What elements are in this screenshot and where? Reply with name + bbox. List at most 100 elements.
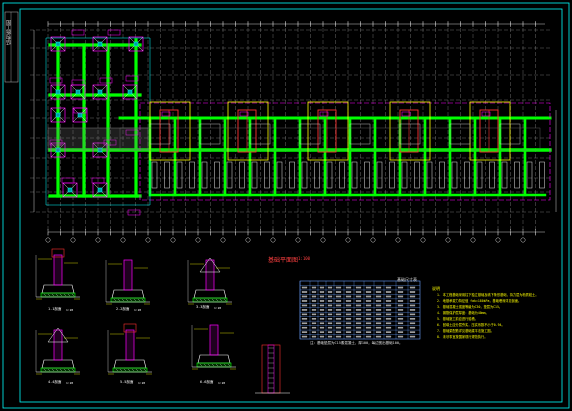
table-cell-mark <box>319 317 325 320</box>
table-cell-mark <box>375 331 382 333</box>
table-cell-mark <box>327 335 333 338</box>
table-title: 基础尺寸表 <box>397 277 417 282</box>
table-cell-mark <box>345 300 352 302</box>
table-cell-mark <box>409 295 416 298</box>
pad-tag <box>127 209 141 216</box>
table-cell-mark <box>335 291 342 293</box>
table-cell-mark <box>319 331 325 333</box>
table-cell-mark <box>355 322 362 325</box>
table-cell-mark <box>409 304 416 307</box>
table-cell-mark <box>301 304 308 307</box>
table-cell-mark <box>397 322 404 325</box>
axis-bubble <box>145 237 151 243</box>
table-cell-mark <box>409 331 416 333</box>
table-cell-mark <box>375 291 382 293</box>
table-cell-mark <box>319 295 325 298</box>
axis-bubble <box>120 237 126 243</box>
table-cell-mark <box>385 291 392 293</box>
column <box>97 41 103 47</box>
table-cell-mark <box>345 326 352 329</box>
plan-title: 基础平面图 <box>268 257 299 264</box>
column <box>127 89 133 95</box>
grade-beam-box <box>489 161 495 189</box>
table-cell-mark <box>335 295 342 298</box>
table-cell-mark <box>365 286 372 289</box>
table-cell-mark <box>301 326 308 329</box>
plan-scale: 1:100 <box>298 256 311 261</box>
table-cell-mark <box>355 309 362 311</box>
sheet-inner-frame <box>19 8 563 403</box>
table-cell-mark <box>397 313 404 316</box>
column <box>75 89 81 95</box>
table-cell-mark <box>327 291 333 293</box>
table-cell-mark <box>311 295 317 298</box>
grade-beam-box <box>439 161 445 189</box>
grade-beam-box <box>301 161 308 189</box>
table-cell-mark <box>327 331 333 333</box>
foundation-size-table <box>299 280 421 340</box>
table-cell-mark <box>345 317 352 320</box>
table-cell-mark <box>365 335 372 338</box>
detail-scale: 1:20 <box>66 381 74 385</box>
table-cell-mark <box>409 300 416 302</box>
detail-label: 6-6剖面 <box>200 380 214 384</box>
table-cell-mark <box>385 304 392 307</box>
table-cell-mark <box>345 286 352 289</box>
foundation-details <box>35 248 290 394</box>
table-cell-mark <box>311 317 317 320</box>
table-cell-mark <box>345 304 352 307</box>
table-cell-mark <box>311 335 317 338</box>
table-cell-mark <box>385 295 392 298</box>
pad-tag <box>71 29 85 36</box>
grade-beam-box <box>526 161 533 189</box>
table-cell-mark <box>301 317 308 320</box>
grade-beam-box <box>401 161 408 189</box>
table-cell-mark <box>301 286 308 289</box>
footing-base <box>41 284 75 294</box>
grade-beam-box <box>476 161 483 189</box>
note-item: 7. 基础梁配筋详见基础梁平法施工图。 <box>437 329 494 333</box>
table-cell-mark <box>301 335 308 338</box>
grade-beam-box <box>339 161 345 189</box>
footing-pad <box>110 297 146 303</box>
table-cell-mark <box>319 335 325 338</box>
axis-bubble <box>70 237 76 243</box>
table-cell-mark <box>375 309 382 311</box>
table-cell-mark <box>319 286 325 289</box>
table-cell-mark <box>345 309 352 311</box>
table-cell-mark <box>375 317 382 320</box>
title-block-text: 结构施工图 <box>6 20 12 45</box>
table-cell-mark <box>365 317 372 320</box>
table-cell-mark <box>397 291 404 293</box>
table-cell-mark <box>375 322 382 325</box>
axis-bubble <box>470 237 476 243</box>
room-box <box>449 123 471 145</box>
footing-pad <box>112 367 148 373</box>
table-cell-mark <box>355 295 362 298</box>
axis-bubble <box>370 237 376 243</box>
table-cell-mark <box>365 300 372 302</box>
detail-label: 1-1剖面 <box>48 307 62 311</box>
axis-bubble <box>95 237 101 243</box>
table-cell-mark <box>301 331 308 333</box>
table-cell-mark <box>327 322 333 325</box>
table-cell-mark <box>327 309 333 311</box>
table-cell-mark <box>355 317 362 320</box>
table-cell-mark <box>319 300 325 302</box>
table-cell-mark <box>301 313 308 316</box>
table-cell-mark <box>385 322 392 325</box>
table-cell-mark <box>311 304 317 307</box>
table-cell-mark <box>355 300 362 302</box>
table-cell-mark <box>335 304 342 307</box>
table-cell-mark <box>335 326 342 329</box>
table-cell-mark <box>301 291 308 293</box>
table-cell-mark <box>301 300 308 302</box>
table-cell-mark <box>397 326 404 329</box>
table-cell-mark <box>397 295 404 298</box>
table-cell-mark <box>375 326 382 329</box>
footing-pad <box>196 362 232 368</box>
table-cell-mark <box>335 286 342 289</box>
axis-bubble <box>220 237 226 243</box>
grade-beam-box <box>426 161 433 189</box>
table-cell-mark <box>409 291 416 293</box>
